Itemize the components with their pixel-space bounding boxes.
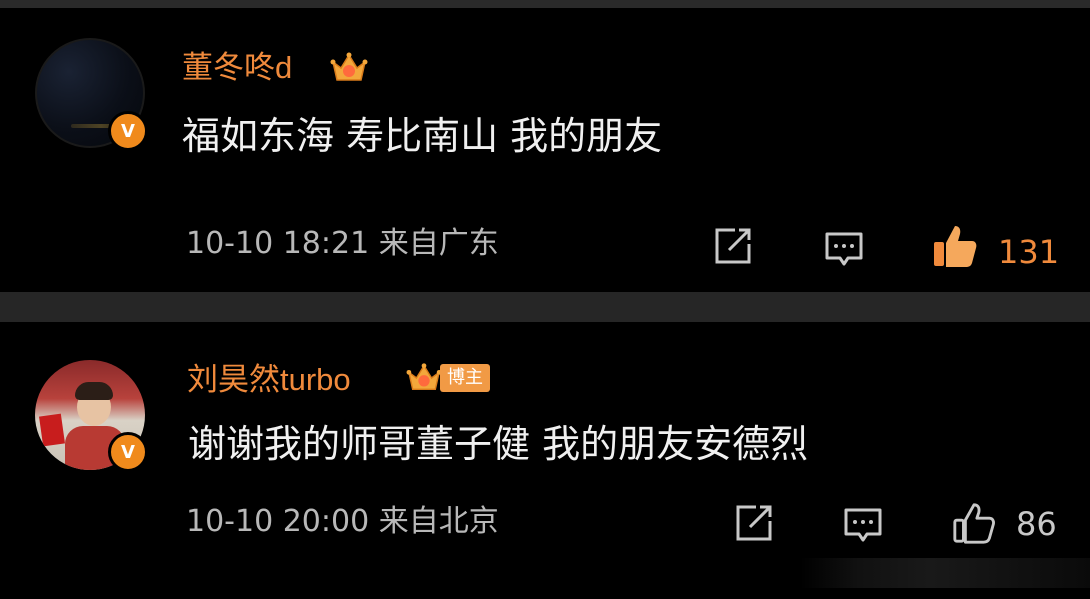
thumbs-up-icon[interactable] <box>931 222 979 270</box>
comment-icon[interactable] <box>824 230 864 270</box>
username[interactable]: 刘昊然turbo <box>187 360 351 400</box>
top-divider-strip <box>0 0 1090 8</box>
like-count: 131 <box>998 233 1060 271</box>
like-count: 86 <box>1016 505 1057 543</box>
comment-item: V 董冬咚d 福如东海 寿比南山 我的朋友 10-10 18:21 来自广东 1… <box>0 8 1090 292</box>
comment-meta: 10-10 20:00 来自北京 <box>186 504 499 539</box>
crown-icon <box>406 363 442 391</box>
avatar-detail <box>39 413 65 447</box>
watermark-blur <box>800 558 1090 588</box>
username[interactable]: 董冬咚d <box>182 48 292 88</box>
blogger-badge: 博主 <box>440 364 490 392</box>
comment-text: 福如东海 寿比南山 我的朋友 <box>182 114 663 158</box>
crown-icon <box>330 52 368 81</box>
avatar-detail <box>75 382 113 400</box>
thumbs-up-icon[interactable] <box>951 500 997 546</box>
comment-divider <box>0 292 1090 322</box>
comment-meta: 10-10 18:21 来自广东 <box>186 226 499 261</box>
verified-badge-icon: V <box>108 432 148 472</box>
share-icon[interactable] <box>713 226 753 266</box>
comment-icon[interactable] <box>843 506 883 546</box>
verified-badge-icon: V <box>108 111 148 151</box>
share-icon[interactable] <box>734 503 774 543</box>
comment-text: 谢谢我的师哥董子健 我的朋友安德烈 <box>188 422 809 466</box>
